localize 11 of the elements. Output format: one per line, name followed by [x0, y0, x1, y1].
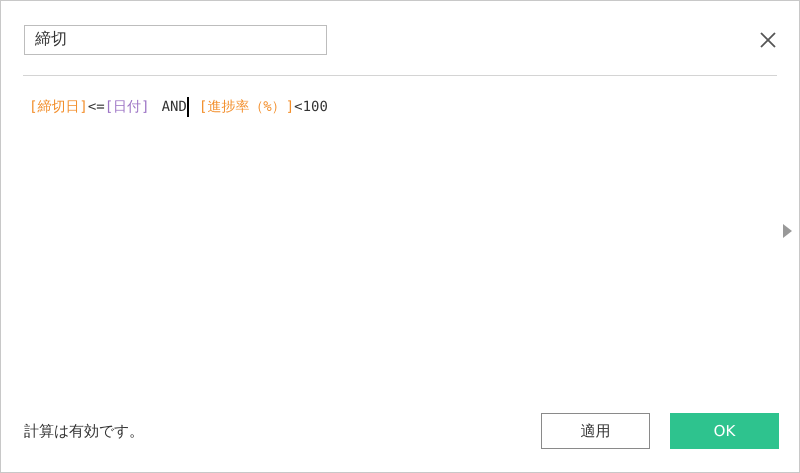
formula-token: [締切日] [29, 98, 88, 116]
expand-arrow-icon[interactable] [783, 224, 792, 238]
formula-token: <= [88, 99, 105, 115]
close-icon[interactable] [759, 30, 777, 48]
status-text: 計算は有効です。 [24, 422, 144, 440]
name-field[interactable]: 締切 [24, 24, 327, 54]
apply-button[interactable]: 適用 [541, 413, 650, 449]
formula-token: [進捗率（%）] [198, 98, 294, 116]
formula-token: <100 [294, 99, 328, 115]
formula-token: [日付] [104, 98, 150, 116]
formula-token: AND [162, 99, 187, 115]
